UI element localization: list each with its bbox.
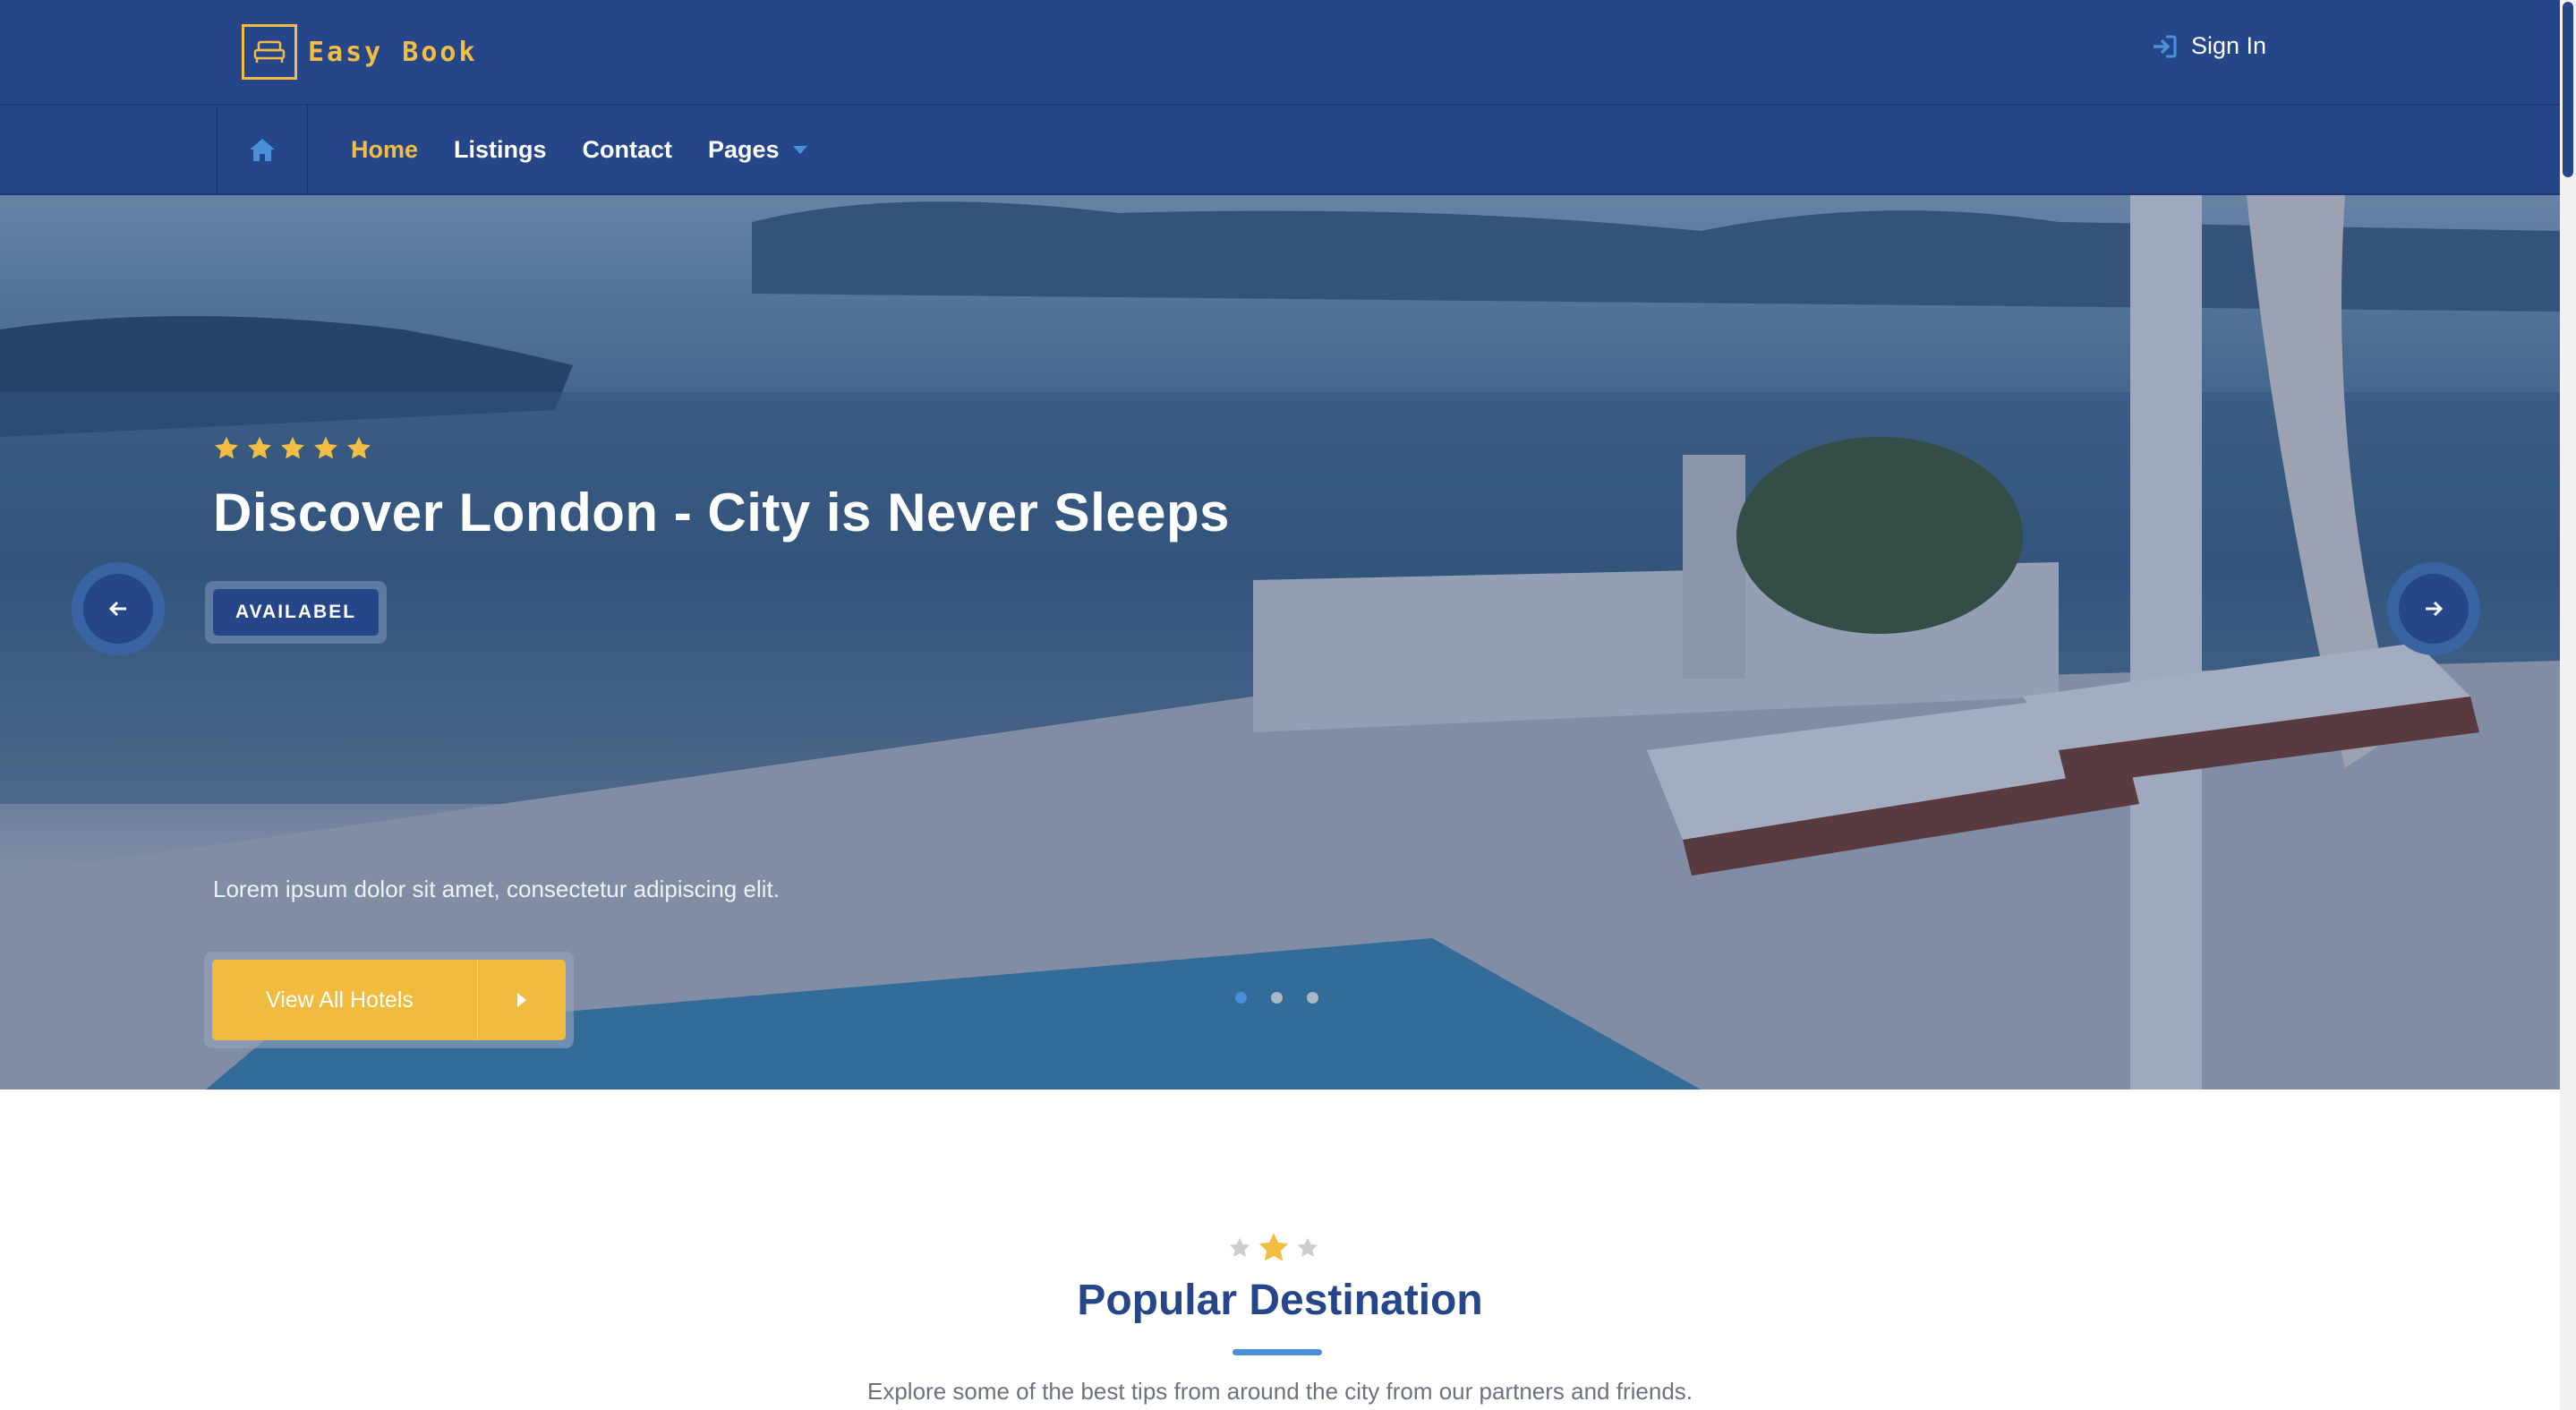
brand-name: Easy Book [308, 36, 478, 68]
nav-item-pages-label: Pages [708, 135, 780, 163]
view-all-hotels-button[interactable]: View All Hotels [204, 952, 574, 1048]
view-all-hotels-label: View All Hotels [266, 987, 414, 1013]
star-icon [1297, 1237, 1318, 1257]
star-icon [314, 436, 337, 459]
scrollbar-thumb[interactable] [2563, 2, 2573, 177]
hero-title: Discover London - City is Never Sleeps [213, 483, 1231, 543]
nav-item-home[interactable]: Home [351, 136, 418, 164]
main-navigation: Home Listings Contact Pages [0, 106, 2560, 195]
slider-dot-1[interactable] [1235, 992, 1247, 1004]
star-icon [1258, 1233, 1289, 1261]
top-header: Easy Book Sign In [0, 0, 2560, 106]
hero-rating [213, 435, 379, 462]
section-subtitle: Explore some of the best tips from aroun… [867, 1378, 1693, 1405]
star-icon [347, 436, 371, 459]
brand-logo[interactable]: Easy Book [242, 22, 478, 81]
star-icon [281, 436, 304, 459]
bed-icon [242, 24, 297, 80]
popular-destination-section: Popular Destination Explore some of the … [0, 1090, 2560, 1410]
slider-pagination [1235, 992, 1343, 1004]
nav-item-contact[interactable]: Contact [583, 136, 673, 164]
sign-in-icon [2154, 35, 2177, 57]
caret-right-icon [477, 960, 566, 1040]
hero-slider: Discover London - City is Never Sleeps A… [0, 195, 2560, 1090]
chevron-down-icon [792, 146, 807, 154]
section-title: Popular Destination [1077, 1277, 1483, 1324]
star-icon [215, 436, 238, 459]
slider-dot-2[interactable] [1271, 992, 1283, 1004]
sign-in-link[interactable]: Sign In [2152, 32, 2266, 60]
section-divider [1233, 1349, 1322, 1355]
sign-in-label: Sign In [2191, 32, 2267, 59]
home-icon [250, 139, 275, 161]
arrow-right-icon [2426, 601, 2444, 617]
section-stars-decoration [1228, 1231, 1319, 1265]
nav-item-listings[interactable]: Listings [454, 136, 547, 164]
star-icon [1229, 1237, 1250, 1257]
slider-dot-3[interactable] [1307, 992, 1318, 1004]
star-icon [248, 436, 271, 459]
page-scrollbar[interactable] [2560, 0, 2576, 1410]
availability-badge: AVAILABEL [205, 581, 388, 644]
slider-next-button[interactable] [2387, 562, 2480, 655]
arrow-left-icon [108, 601, 126, 617]
slider-prev-button[interactable] [72, 562, 165, 655]
hero-description: Lorem ipsum dolor sit amet, consectetur … [213, 876, 780, 902]
nav-item-pages[interactable]: Pages [708, 136, 808, 164]
availability-badge-label: AVAILABEL [213, 589, 380, 636]
home-button[interactable] [217, 106, 308, 193]
